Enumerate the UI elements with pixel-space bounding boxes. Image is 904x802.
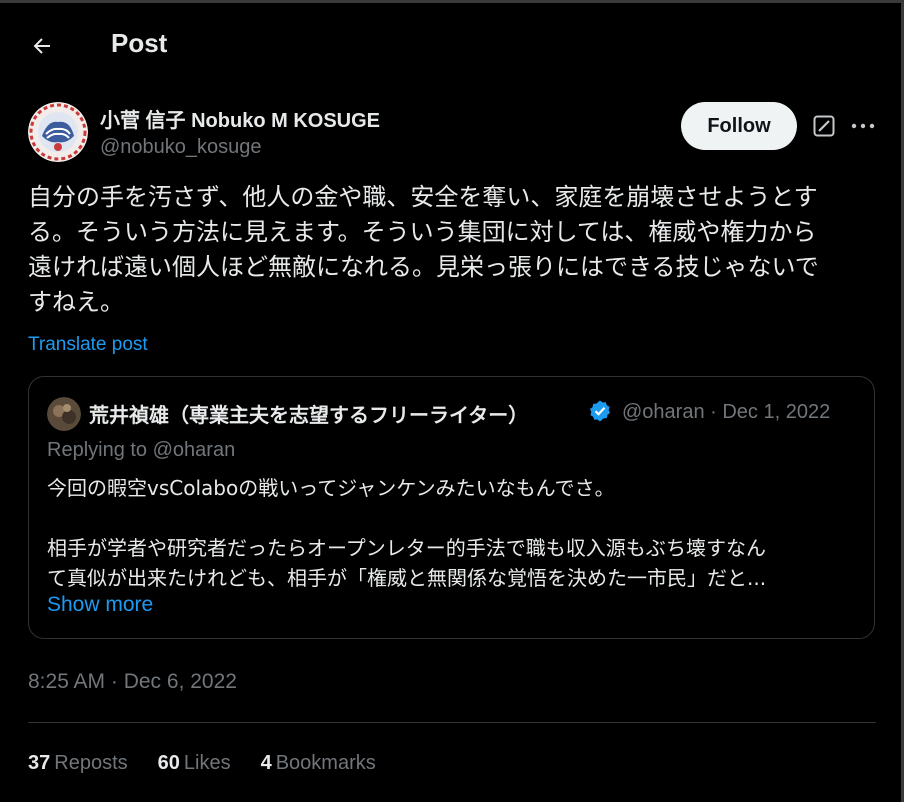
quoted-text-line: て真似が出来たけれども、相手が「権威と無関係な覚悟を決めた一市民」だと...: [47, 566, 767, 590]
author-handle[interactable]: @nobuko_kosuge: [100, 136, 262, 159]
reposts-label: Reposts: [54, 752, 128, 774]
bookmarks-count: 4: [260, 752, 272, 774]
likes-count: 60: [157, 752, 180, 774]
engagement-stats: 37 Reposts 60 Likes 4 Bookmarks: [28, 752, 376, 778]
quoted-handle-date: @oharan · Dec 1, 2022: [622, 401, 831, 423]
more-options-button[interactable]: [850, 114, 876, 138]
more-dots-icon: [851, 123, 875, 129]
author-name[interactable]: 小菅 信子 Nobuko M KOSUGE: [100, 104, 380, 133]
translate-post-link[interactable]: Translate post: [28, 334, 148, 356]
quoted-avatar-image: [47, 397, 81, 431]
likes-stat[interactable]: 60 Likes: [158, 752, 231, 778]
follow-button[interactable]: Follow: [681, 102, 797, 150]
quoted-text-line: 今回の暇空vsColaboの戦いってジャンケンみたいなもんでさ。: [47, 476, 615, 500]
back-button[interactable]: [24, 28, 60, 64]
show-more-link[interactable]: Show more: [47, 593, 153, 617]
avatar-image: [28, 102, 88, 162]
grok-icon: [813, 115, 835, 137]
post-timestamp[interactable]: 8:25 AM · Dec 6, 2022: [28, 670, 237, 694]
quoted-author-avatar: [47, 397, 81, 431]
window-top-border: [0, 0, 904, 3]
quoted-author-name: 荒井禎雄（専業主夫を志望するフリーライター）: [89, 403, 529, 427]
grok-button[interactable]: [812, 114, 836, 138]
author-avatar[interactable]: [28, 102, 88, 162]
verified-badge: [588, 399, 612, 423]
post-text-line: 遠ければ遠い個人ほど無敵になれる。見栄っ張りにはできる技じゃないで: [28, 253, 819, 281]
post-text-line: 自分の手を汚さず、他人の金や職、安全を奪い、家庭を崩壊させようとす: [28, 183, 818, 211]
post-text-line: る。そういう方法に見えます。そういう集団に対しては、権威や権力から: [28, 218, 817, 246]
reposts-stat[interactable]: 37 Reposts: [28, 752, 128, 778]
likes-label: Likes: [183, 752, 231, 774]
quoted-text-line: 相手が学者や研究者だったらオープンレター的手法で職も収入源もぶち壊すなん: [47, 536, 766, 560]
bookmarks-stat[interactable]: 4 Bookmarks: [261, 752, 376, 778]
post-text-line: すねえ。: [28, 288, 124, 316]
bookmarks-label: Bookmarks: [275, 752, 376, 774]
divider: [28, 722, 876, 723]
arrow-left-icon: [33, 38, 50, 54]
replying-to: Replying to @oharan: [47, 439, 236, 461]
quoted-post-card[interactable]: 荒井禎雄（専業主夫を志望するフリーライター） @oharan · Dec 1, …: [28, 376, 875, 639]
verified-badge-icon: [590, 400, 610, 422]
page-title: Post: [111, 28, 168, 58]
reposts-count: 37: [28, 752, 51, 774]
post-text: 自分の手を汚さず、他人の金や職、安全を奪い、家庭を崩壊させようとす る。そういう…: [28, 180, 878, 320]
header-bar: Post: [0, 14, 900, 74]
quoted-post-text: 今回の暇空vsColaboの戦いってジャンケンみたいなもんでさ。 相手が学者や研…: [47, 473, 862, 593]
